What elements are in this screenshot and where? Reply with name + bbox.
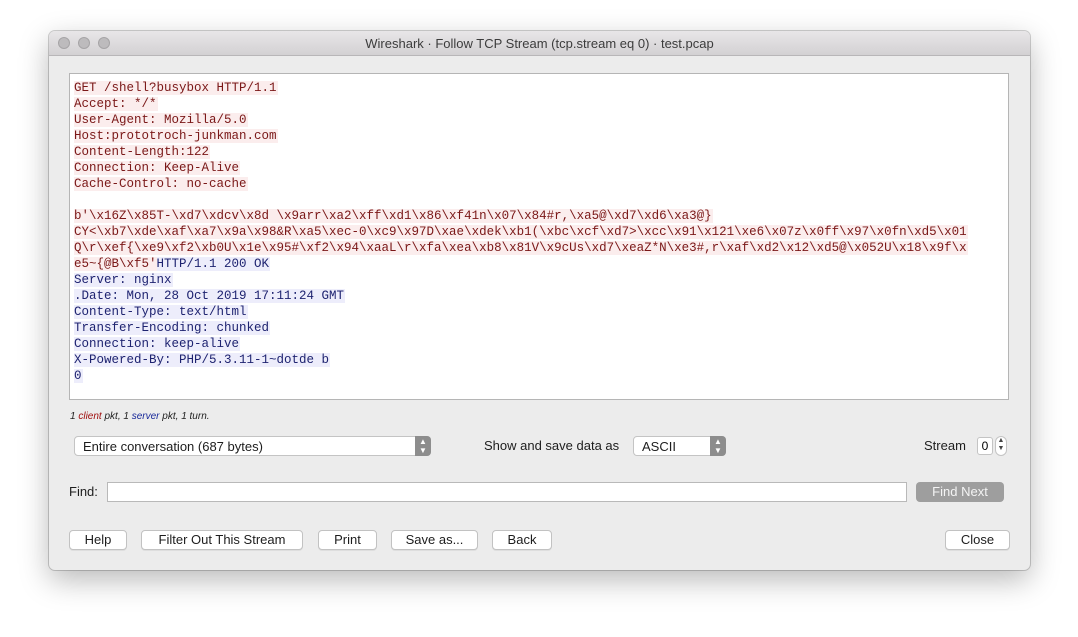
- back-button[interactable]: Back: [492, 530, 552, 550]
- find-input[interactable]: [107, 482, 907, 502]
- stream-content-area[interactable]: GET /shell?busybox HTTP/1.1 Accept: */* …: [69, 73, 1009, 400]
- client-line: b'\x16Z\x85T-\xd7\xdcv\x8d \x9arr\xa2\xf…: [74, 209, 713, 223]
- stream-number-field[interactable]: 0: [977, 437, 993, 455]
- client-word: client: [78, 411, 102, 422]
- filter-out-stream-button[interactable]: Filter Out This Stream: [141, 530, 303, 550]
- conversation-select-value: Entire conversation (687 bytes): [83, 439, 263, 454]
- select-arrows-icon: ▲ ▼: [710, 436, 726, 456]
- server-line: Transfer-Encoding: chunked: [74, 321, 271, 335]
- client-line: Accept: */*: [74, 97, 158, 111]
- title-bar[interactable]: Wireshark · Follow TCP Stream (tcp.strea…: [49, 31, 1030, 56]
- client-line: Q\r\xef{\xe9\xf2\xb0U\x1e\x95#\xf2\x94\x…: [74, 241, 968, 255]
- client-line: Host:prototroch-junkman.com: [74, 129, 278, 143]
- server-line: X-Powered-By: PHP/5.3.11-1~dotde b: [74, 353, 331, 367]
- find-next-button[interactable]: Find Next: [916, 482, 1004, 502]
- find-label: Find:: [69, 484, 98, 499]
- stream-label: Stream: [924, 438, 966, 453]
- select-arrows-icon: ▲ ▼: [415, 436, 431, 456]
- server-line: Server: nginx: [74, 273, 173, 287]
- client-line: Cache-Control: no-cache: [74, 177, 248, 191]
- format-select-value: ASCII: [642, 439, 676, 454]
- mixed-line: e5~{@B\xf5'HTTP/1.1 200 OK: [74, 256, 1004, 272]
- server-line: Content-Type: text/html: [74, 305, 248, 319]
- conversation-select[interactable]: Entire conversation (687 bytes) ▲ ▼: [74, 436, 431, 456]
- save-as-button[interactable]: Save as...: [391, 530, 478, 550]
- client-fragment: e5~{@B\xf5': [74, 257, 157, 271]
- client-line: CY<\xb7\xde\xaf\xa7\x9a\x98&R\xa5\xec-0\…: [74, 225, 968, 239]
- client-line: Content-Length:122: [74, 145, 211, 159]
- show-save-label: Show and save data as: [484, 438, 620, 453]
- packet-summary: 1 client pkt, 1 server pkt, 1 turn.: [70, 411, 210, 422]
- follow-tcp-stream-window: Wireshark · Follow TCP Stream (tcp.strea…: [49, 31, 1030, 570]
- server-fragment: HTTP/1.1 200 OK: [156, 257, 271, 271]
- client-line: GET /shell?busybox HTTP/1.1: [74, 81, 278, 95]
- server-line: Connection: keep-alive: [74, 337, 241, 351]
- format-select[interactable]: ASCII ▲ ▼: [633, 436, 726, 456]
- stream-stepper-icon[interactable]: ▲ ▼: [995, 436, 1007, 456]
- help-button[interactable]: Help: [69, 530, 127, 550]
- client-line: User-Agent: Mozilla/5.0: [74, 113, 248, 127]
- client-line: Connection: Keep-Alive: [74, 161, 241, 175]
- print-button[interactable]: Print: [318, 530, 377, 550]
- server-word: server: [131, 411, 160, 422]
- server-line: .Date: Mon, 28 Oct 2019 17:11:24 GMT: [74, 289, 346, 303]
- window-title: Wireshark · Follow TCP Stream (tcp.strea…: [365, 36, 714, 51]
- close-button[interactable]: Close: [945, 530, 1010, 550]
- server-line: 0: [74, 369, 83, 383]
